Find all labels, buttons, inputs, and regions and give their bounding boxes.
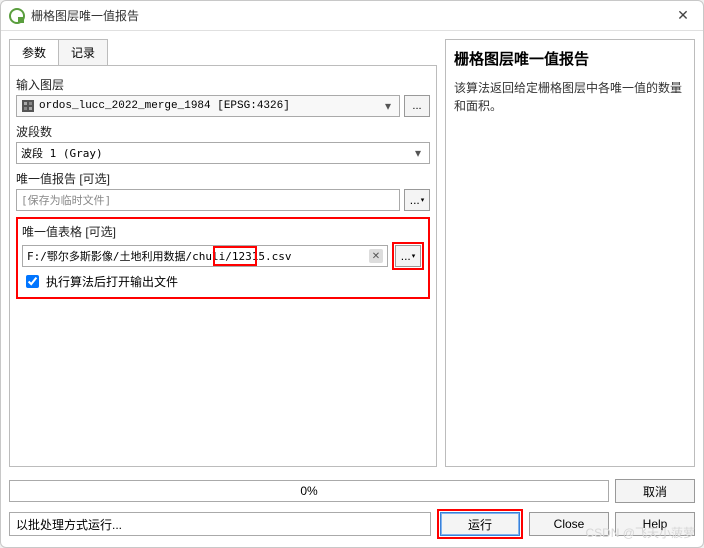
raster-layer-icon <box>21 99 35 113</box>
cancel-button[interactable]: 取消 <box>615 479 695 503</box>
open-after-checkbox-row[interactable]: 执行算法后打开输出文件 <box>22 272 424 291</box>
input-layer-combo[interactable]: ordos_lucc_2022_merge_1984 [EPSG:4326] ▾ <box>16 95 400 117</box>
table-output-field-wrap: ✕ <box>22 245 388 267</box>
run-button[interactable]: 运行 <box>440 512 520 536</box>
batch-run-button[interactable]: 以批处理方式运行... <box>9 512 431 536</box>
clear-icon[interactable]: ✕ <box>369 249 383 263</box>
tab-log[interactable]: 记录 <box>58 39 108 66</box>
highlight-mini-browse: ...▾ <box>392 242 424 270</box>
chevron-down-icon: ▾ <box>381 99 395 113</box>
open-after-checkbox[interactable] <box>26 275 39 288</box>
highlight-run: 运行 <box>437 509 523 539</box>
chevron-down-icon: ▾ <box>421 196 425 204</box>
help-title: 栅格图层唯一值报告 <box>454 48 686 69</box>
help-pane: 栅格图层唯一值报告 该算法返回给定栅格图层中各唯一值的数量和面积。 <box>445 39 695 467</box>
band-combo[interactable]: 波段 1 (Gray) ▾ <box>16 142 430 164</box>
table-browse-button[interactable]: ...▾ <box>395 245 421 267</box>
help-button[interactable]: Help <box>615 512 695 536</box>
label-report: 唯一值报告 [可选] <box>16 170 430 187</box>
window-title: 栅格图层唯一值报告 <box>31 7 671 24</box>
help-description: 该算法返回给定栅格图层中各唯一值的数量和面积。 <box>454 79 686 115</box>
close-icon[interactable]: ✕ <box>671 7 695 24</box>
params-panel: 输入图层 ordos_lucc_2022_merge_1984 [EPSG:43… <box>9 65 437 467</box>
progress-text: 0% <box>300 484 317 498</box>
report-browse-button[interactable]: ...▾ <box>404 189 430 211</box>
bottom-area: 0% 取消 以批处理方式运行... 运行 Close Help <box>1 475 703 547</box>
content-area: 参数 记录 输入图层 ordos_lucc_2022_merge_1984 [E… <box>1 31 703 475</box>
tab-params[interactable]: 参数 <box>9 39 59 66</box>
titlebar: 栅格图层唯一值报告 ✕ <box>1 1 703 31</box>
progress-bar: 0% <box>9 480 609 502</box>
label-table: 唯一值表格 [可选] <box>22 223 424 240</box>
dialog-window: 栅格图层唯一值报告 ✕ 参数 记录 输入图层 ordos_lucc_2022_m… <box>0 0 704 548</box>
left-pane: 参数 记录 输入图层 ordos_lucc_2022_merge_1984 [E… <box>9 39 437 467</box>
label-input-layer: 输入图层 <box>16 76 430 93</box>
close-button[interactable]: Close <box>529 512 609 536</box>
label-band: 波段数 <box>16 123 430 140</box>
report-output-field[interactable] <box>16 189 400 211</box>
table-output-field[interactable] <box>27 247 325 265</box>
input-layer-value: ordos_lucc_2022_merge_1984 [EPSG:4326] <box>39 100 381 112</box>
chevron-down-icon: ▾ <box>411 146 425 160</box>
input-layer-browse-button[interactable]: ... <box>404 95 430 117</box>
highlight-box: 唯一值表格 [可选] ✕ ...▾ 执行算法后打开输出文件 <box>16 217 430 299</box>
open-after-label: 执行算法后打开输出文件 <box>46 273 178 290</box>
band-value: 波段 1 (Gray) <box>21 145 411 161</box>
chevron-down-icon: ▾ <box>412 252 416 260</box>
qgis-icon <box>9 8 25 24</box>
tab-bar: 参数 记录 <box>9 39 437 66</box>
